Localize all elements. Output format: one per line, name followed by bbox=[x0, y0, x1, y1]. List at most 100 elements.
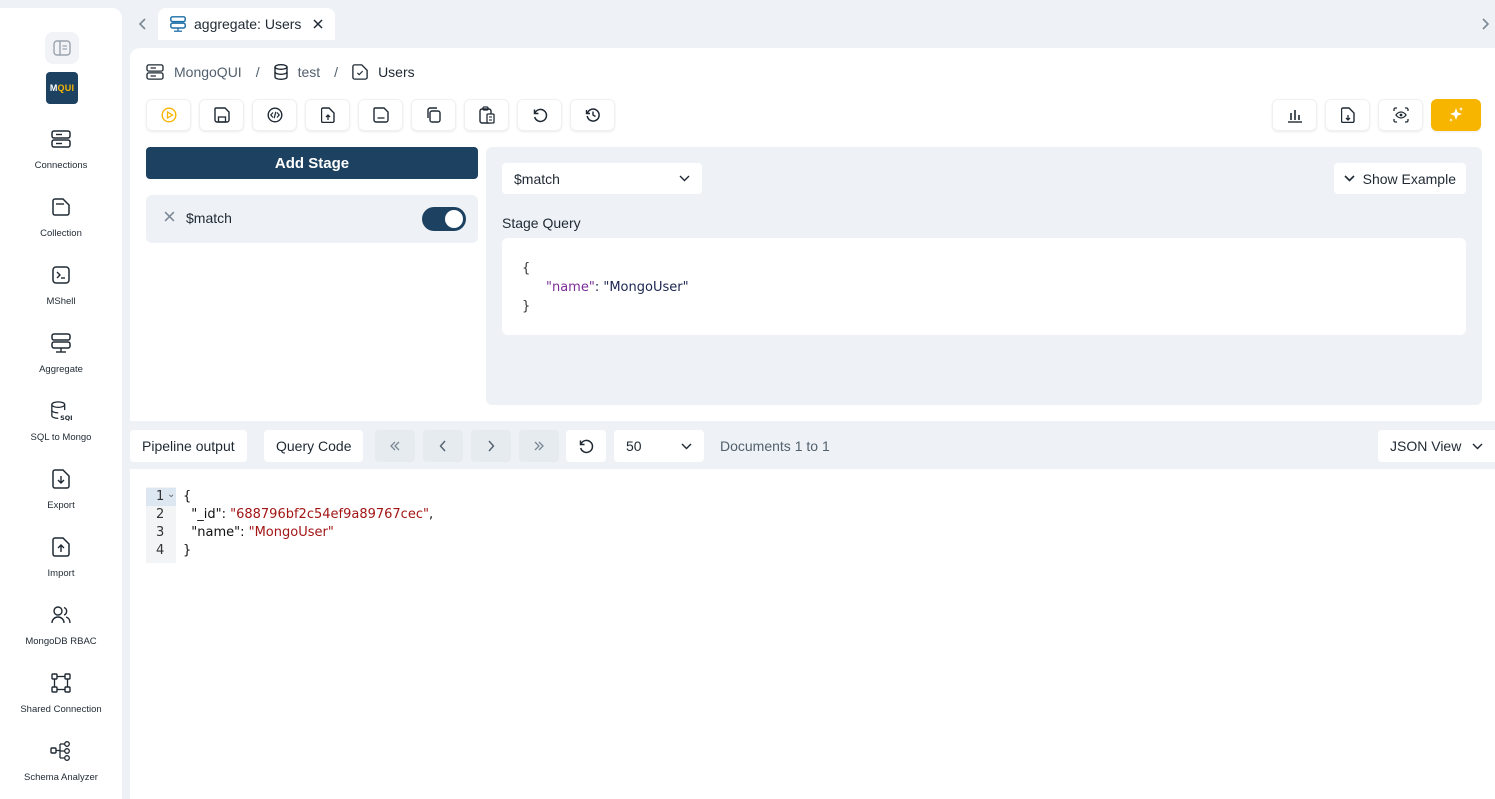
server-icon bbox=[51, 130, 71, 148]
pipeline-toolbar-right bbox=[1272, 99, 1481, 131]
sidebar-item-sql-to-mongo[interactable]: SQL SQL to Mongo bbox=[0, 400, 122, 460]
page-size-select[interactable]: 50 bbox=[614, 430, 704, 462]
view-settings-button[interactable] bbox=[1378, 99, 1423, 131]
tab-scroll-left-button[interactable] bbox=[133, 14, 153, 34]
database-sql-icon: SQL bbox=[51, 401, 72, 422]
next-page-button[interactable] bbox=[471, 430, 511, 462]
sidebar-item-connections[interactable]: Connections bbox=[0, 128, 122, 188]
fold-chevron-icon[interactable]: ⌄ bbox=[167, 489, 175, 500]
sidebar-item-label: Collection bbox=[40, 228, 82, 239]
stage-enabled-toggle[interactable] bbox=[422, 207, 466, 231]
breadcrumb-separator: / bbox=[334, 64, 339, 80]
stage-operator-value: $match bbox=[514, 170, 560, 187]
sidebar-item-export[interactable]: Export bbox=[0, 468, 122, 528]
code-line: "name": "MongoUser" bbox=[546, 280, 689, 295]
view-mode-value: JSON View bbox=[1390, 438, 1462, 454]
line-number: 3 bbox=[156, 525, 165, 540]
tab-label: aggregate: Users bbox=[194, 16, 302, 32]
chevron-down-icon bbox=[679, 175, 690, 182]
history-button[interactable] bbox=[570, 99, 615, 131]
export-results-button[interactable] bbox=[1325, 99, 1370, 131]
sidebar-item-aggregate[interactable]: Aggregate bbox=[0, 332, 122, 392]
app-logo[interactable]: M QUI bbox=[46, 72, 78, 104]
explain-chart-button[interactable] bbox=[1272, 99, 1317, 131]
terminal-icon bbox=[52, 266, 70, 284]
sidebar-item-mshell[interactable]: MShell bbox=[0, 264, 122, 324]
close-icon[interactable] bbox=[313, 19, 323, 29]
code-line: } bbox=[522, 299, 531, 314]
stage-query-label: Stage Query bbox=[502, 215, 581, 231]
folder-icon bbox=[52, 198, 70, 216]
paste-pipeline-button[interactable] bbox=[464, 99, 509, 131]
breadcrumb: MongoQUI / test / Users bbox=[146, 64, 415, 80]
add-stage-button[interactable]: Add Stage bbox=[146, 147, 478, 179]
sidebar-item-label: Import bbox=[47, 568, 75, 579]
aggregate-icon bbox=[170, 16, 186, 32]
stage-item[interactable]: $match bbox=[146, 195, 478, 243]
documents-count: Documents 1 to 1 bbox=[720, 438, 830, 454]
sidebar-item-label: Export bbox=[47, 500, 75, 511]
sidebar-item-shared-connection[interactable]: Shared Connection bbox=[0, 672, 122, 732]
query-code-button[interactable]: Query Code bbox=[264, 430, 364, 462]
run-pipeline-button[interactable] bbox=[146, 99, 191, 131]
sidebar-item-collection[interactable]: Collection bbox=[0, 196, 122, 256]
first-page-button[interactable] bbox=[375, 430, 415, 462]
share-nodes-icon bbox=[51, 673, 71, 693]
copy-icon bbox=[426, 107, 441, 123]
show-example-label: Show Example bbox=[1362, 170, 1456, 187]
line-gutter: 1 ⌄ 2 3 4 bbox=[146, 487, 176, 563]
svg-text:SQL: SQL bbox=[60, 414, 72, 422]
refresh-icon bbox=[579, 439, 594, 454]
breadcrumb-separator: / bbox=[255, 64, 260, 80]
prev-page-button[interactable] bbox=[423, 430, 463, 462]
output-line: } bbox=[183, 543, 192, 558]
view-mode-select[interactable]: JSON View bbox=[1378, 430, 1495, 462]
logo-m: M bbox=[49, 83, 58, 93]
eye-scan-icon bbox=[1392, 107, 1409, 123]
breadcrumb-connection[interactable]: MongoQUI bbox=[174, 64, 242, 80]
code-view-button[interactable] bbox=[252, 99, 297, 131]
json-output[interactable]: 1 ⌄ 2 3 4 { "_id": "688796bf2c54ef9a89767… bbox=[130, 469, 1495, 799]
breadcrumb-database[interactable]: test bbox=[298, 64, 321, 80]
output-line: "_id": "688796bf2c54ef9a89767cec", bbox=[183, 507, 434, 522]
sidebar-item-mongodb-rbac[interactable]: MongoDB RBAC bbox=[0, 604, 122, 664]
file-upload-icon bbox=[320, 107, 335, 123]
undo-icon bbox=[533, 108, 547, 123]
sidebar-item-label: Aggregate bbox=[39, 364, 83, 375]
database-icon bbox=[273, 64, 288, 80]
ai-assistant-button[interactable] bbox=[1431, 99, 1481, 131]
toggle-knob bbox=[445, 210, 463, 228]
last-page-button[interactable] bbox=[519, 430, 559, 462]
pipeline-output-button[interactable]: Pipeline output bbox=[130, 430, 247, 462]
reset-pipeline-button[interactable] bbox=[517, 99, 562, 131]
upload-pipeline-button[interactable] bbox=[305, 99, 350, 131]
sidebar-item-import[interactable]: Import bbox=[0, 536, 122, 596]
file-export-icon bbox=[1340, 107, 1355, 123]
collection-icon bbox=[352, 64, 368, 80]
play-circle-icon bbox=[160, 107, 177, 123]
line-number: 4 bbox=[156, 543, 165, 558]
tab-aggregate-users[interactable]: aggregate: Users bbox=[158, 8, 336, 40]
aggregate-panel: MongoQUI / test / Users Add Stage $match… bbox=[130, 48, 1495, 421]
save-icon bbox=[213, 107, 230, 123]
sidebar-toggle-button[interactable] bbox=[45, 32, 79, 64]
copy-pipeline-button[interactable] bbox=[411, 99, 456, 131]
save-pipeline-button[interactable] bbox=[199, 99, 244, 131]
save-as-button[interactable] bbox=[358, 99, 403, 131]
chevron-right-icon bbox=[1482, 18, 1490, 30]
refresh-results-button[interactable] bbox=[566, 430, 606, 462]
save-icon bbox=[372, 107, 389, 123]
import-icon bbox=[52, 537, 70, 557]
remove-stage-icon[interactable] bbox=[164, 211, 175, 222]
line-number: 2 bbox=[156, 507, 165, 522]
stage-query-editor[interactable]: { "name": "MongoUser" } bbox=[502, 238, 1466, 335]
sidebar-item-schema-analyzer[interactable]: Schema Analyzer bbox=[0, 740, 122, 799]
tab-scroll-right-button[interactable] bbox=[1475, 14, 1495, 34]
stage-operator-select[interactable]: $match bbox=[502, 163, 702, 194]
chevron-down-icon bbox=[1344, 175, 1355, 182]
history-icon bbox=[585, 108, 600, 122]
output-line: { bbox=[183, 489, 192, 504]
show-example-button[interactable]: Show Example bbox=[1333, 163, 1466, 194]
logo-qui: QUI bbox=[57, 83, 75, 93]
line-number: 1 ⌄ bbox=[146, 488, 176, 506]
